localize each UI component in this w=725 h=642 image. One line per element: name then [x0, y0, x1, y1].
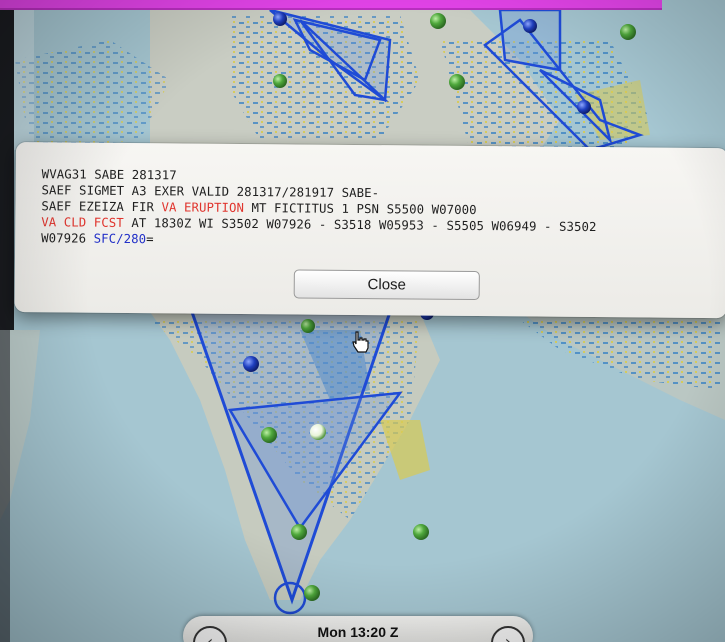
- message-segment: SAEF EZEIZA FIR: [41, 199, 162, 215]
- station-green[interactable]: [430, 13, 446, 29]
- station-green[interactable]: [273, 74, 287, 88]
- message-segment: WVAG31 SABE 281317: [41, 167, 177, 183]
- message-segment: AT 1830Z WI S3502 W07926 - S3518 W05953 …: [123, 215, 597, 235]
- station-blue[interactable]: [577, 100, 591, 114]
- close-button[interactable]: Close: [293, 269, 480, 301]
- message-segment: SAEF SIGMET A3 EXER VALID 281317/281917 …: [41, 183, 380, 201]
- station-blue[interactable]: [523, 19, 537, 33]
- message-segment: SFC/280: [93, 231, 147, 247]
- weather-map[interactable]: [0, 0, 725, 642]
- station-green[interactable]: [413, 524, 429, 540]
- station-green[interactable]: [301, 319, 315, 333]
- station-green[interactable]: [291, 524, 307, 540]
- station-green[interactable]: [304, 585, 320, 601]
- browser-tab-strip: [0, 0, 662, 10]
- screen: WVAG31 SABE 281317 SAEF SIGMET A3 EXER VA…: [0, 0, 725, 642]
- time-label: Mon 13:20 Z: [317, 624, 399, 640]
- station-blue[interactable]: [243, 356, 259, 372]
- station-green[interactable]: [261, 427, 277, 443]
- pointer-hand-icon: [352, 331, 369, 353]
- sigmet-dialog: WVAG31 SABE 281317 SAEF SIGMET A3 EXER VA…: [14, 142, 725, 319]
- time-control-bar: ‹ Mon 13:20 Z ›: [183, 616, 533, 642]
- station-green[interactable]: [620, 24, 636, 40]
- station-green[interactable]: [449, 74, 465, 90]
- station-white[interactable]: [310, 424, 326, 440]
- message-segment: =: [146, 232, 154, 247]
- message-segment: W07926: [41, 231, 94, 246]
- message-segment: MT FICTITUS 1 PSN S5500 W07000: [243, 200, 477, 218]
- sigmet-message-text: WVAG31 SABE 281317 SAEF SIGMET A3 EXER VA…: [41, 166, 722, 252]
- station-blue[interactable]: [273, 12, 287, 26]
- message-segment: VA ERUPTION: [161, 200, 245, 215]
- message-segment: VA CLD FCST: [41, 215, 124, 230]
